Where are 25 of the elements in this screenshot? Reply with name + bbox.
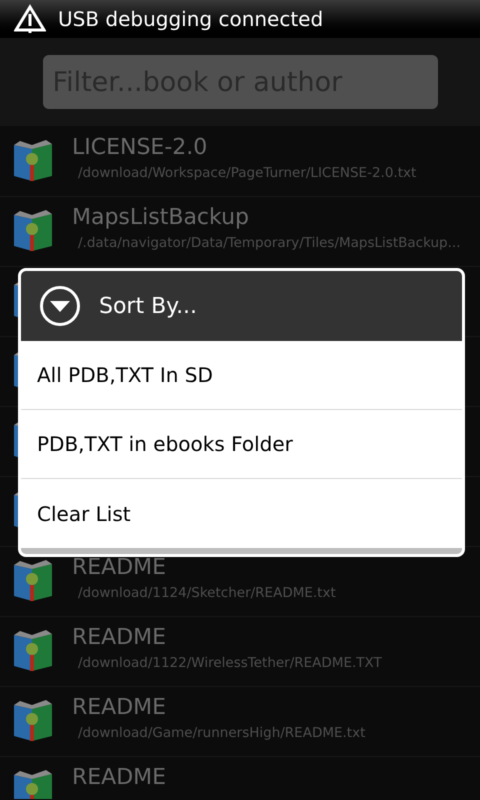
file-path: /download/1124/Sketcher/README.txt xyxy=(77,584,336,603)
file-path: /download/Game/runnersHigh/README.txt xyxy=(77,724,366,743)
book-row[interactable]: README /download/Game/runnersHigh/README.txt xyxy=(0,687,480,757)
book-title: README xyxy=(72,694,168,722)
book-title: README xyxy=(72,554,168,582)
book-row[interactable]: README xyxy=(0,757,480,799)
book-icon xyxy=(12,699,54,743)
book-icon xyxy=(12,559,54,603)
book-icon xyxy=(12,209,54,253)
notification-text: USB debugging connected xyxy=(58,6,324,33)
book-icon xyxy=(12,139,54,183)
book-row[interactable]: MapsListBackup /.data/navigator/Data/Temporary/Tiles/MapsListBackup... xyxy=(0,197,480,267)
book-icon xyxy=(12,629,54,673)
dropdown-icon xyxy=(39,285,81,327)
file-path: /download/1122/WirelessTether/README.TXT xyxy=(77,654,382,673)
book-title: README xyxy=(72,624,168,652)
file-path: /.data/navigator/Data/Temporary/Tiles/MapsListBackup... xyxy=(77,234,460,253)
book-title: LICENSE-2.0 xyxy=(72,134,208,162)
book-row[interactable]: README /download/1122/WirelessTether/README.TXT xyxy=(0,617,480,687)
book-title: MapsListBackup xyxy=(72,204,250,232)
book-row[interactable]: LICENSE-2.0 /download/Workspace/PageTurner/LICENSE-2.0.txt xyxy=(0,127,480,197)
book-title: README xyxy=(72,764,166,792)
dialog-title: Sort By... xyxy=(99,292,198,320)
warning-icon xyxy=(14,4,46,34)
file-path: /download/Workspace/PageTurner/LICENSE-2.0.txt xyxy=(77,164,416,183)
